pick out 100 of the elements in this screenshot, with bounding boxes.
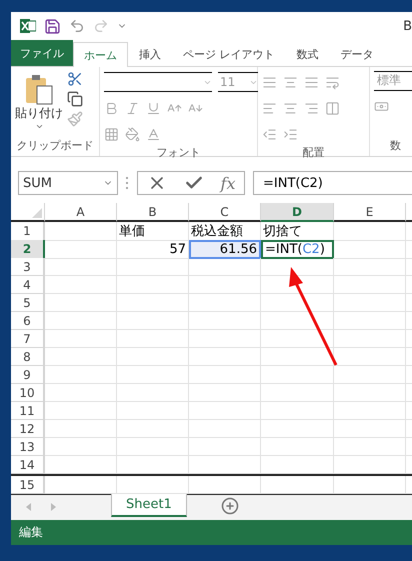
table-cell: [189, 294, 261, 312]
table-cell: [117, 366, 189, 384]
align-right-icon[interactable]: [304, 100, 319, 116]
row-header[interactable]: 10: [11, 384, 45, 402]
table-cell: [45, 384, 117, 402]
save-icon[interactable]: [44, 18, 61, 34]
table-cell: [117, 258, 189, 276]
align-middle-icon[interactable]: [283, 74, 298, 90]
increase-indent-icon[interactable]: [283, 126, 298, 142]
table-cell: [45, 420, 117, 438]
row-header[interactable]: 8: [11, 348, 45, 366]
table-cell: [45, 402, 117, 420]
table-cell: [45, 438, 117, 456]
align-left-icon[interactable]: [262, 100, 277, 116]
group-label: フォント: [156, 145, 200, 160]
table-cell: [117, 276, 189, 294]
merge-icon[interactable]: [325, 100, 340, 116]
table-cell: [45, 348, 117, 366]
window-title: B: [403, 18, 412, 34]
ribbon-tab[interactable]: ファイル: [11, 40, 73, 66]
spreadsheet-app-icon: [20, 18, 36, 34]
italic-icon[interactable]: [125, 100, 140, 116]
font-color-icon[interactable]: [146, 126, 161, 142]
row-header[interactable]: 4: [11, 276, 45, 294]
caret-icon[interactable]: [34, 122, 44, 131]
table-cell: [117, 312, 189, 330]
table-cell: [45, 312, 117, 330]
table-cell: [117, 294, 189, 312]
table-cell: [45, 222, 117, 241]
sheet-tab[interactable]: Sheet1: [111, 493, 187, 517]
wrap-text-icon[interactable]: [325, 74, 340, 90]
table-cell: [117, 456, 189, 474]
table-cell: [45, 330, 117, 348]
group-label: クリップボード: [16, 138, 94, 154]
table-cell: [117, 384, 189, 402]
table-cell: [189, 384, 261, 402]
row-header[interactable]: 2: [11, 240, 45, 259]
column-header[interactable]: D: [261, 203, 334, 222]
column-header[interactable]: C: [189, 203, 261, 222]
font-name-field[interactable]: [104, 72, 212, 92]
table-cell: [189, 402, 261, 420]
select-all-icon[interactable]: [32, 208, 42, 218]
underline-icon[interactable]: [146, 100, 161, 116]
table-cell: [45, 294, 117, 312]
group-label: 配置: [302, 145, 324, 160]
add-sheet-icon[interactable]: [220, 497, 239, 515]
table-cell: 単価: [117, 222, 189, 241]
table-cell: [117, 402, 189, 420]
formula-field[interactable]: =INT(C2): [253, 171, 412, 195]
cut-icon[interactable]: [67, 71, 83, 87]
drag-handle-icon[interactable]: [126, 177, 129, 189]
table-cell: [189, 258, 261, 276]
group-label: 数: [389, 138, 401, 154]
row-header[interactable]: 7: [11, 330, 45, 348]
table-cell: [45, 258, 117, 276]
table-cell: [189, 348, 261, 366]
undo-icon[interactable]: [69, 18, 85, 34]
align-center-icon[interactable]: [283, 100, 298, 116]
table-cell: [117, 420, 189, 438]
insert-function-button[interactable]: fx: [220, 174, 236, 192]
column-header[interactable]: B: [117, 203, 189, 222]
table-cell: [117, 348, 189, 366]
table-cell: [117, 438, 189, 456]
table-cell: [45, 456, 117, 474]
status-mode: 編集: [19, 524, 43, 541]
row-header[interactable]: 12: [11, 420, 45, 438]
table-cell: [189, 420, 261, 438]
table-cell: [45, 276, 117, 294]
row-header[interactable]: 11: [11, 402, 45, 420]
table-cell: [189, 330, 261, 348]
decrease-indent-icon[interactable]: [262, 126, 277, 142]
copy-icon[interactable]: [67, 91, 83, 107]
table-cell: [45, 366, 117, 384]
formula-cell: =INT(C2): [261, 240, 334, 259]
table-cell: [189, 276, 261, 294]
table-cell: [117, 330, 189, 348]
row-header[interactable]: 14: [11, 456, 45, 474]
table-cell: [189, 312, 261, 330]
table-cell: [189, 456, 261, 474]
column-header[interactable]: A: [45, 203, 117, 222]
borders-icon[interactable]: [104, 126, 119, 142]
clipboard-icon: [24, 73, 54, 105]
table-cell: [189, 366, 261, 384]
row-header[interactable]: 6: [11, 312, 45, 330]
align-top-icon[interactable]: [262, 74, 277, 90]
row-header[interactable]: 15: [11, 476, 45, 494]
table-cell: 61.56: [189, 240, 261, 259]
redo-icon[interactable]: [93, 18, 109, 34]
row-header[interactable]: 3: [11, 258, 45, 276]
name-box[interactable]: SUM: [18, 171, 118, 195]
paste-button[interactable]: 貼り付け: [15, 71, 63, 138]
table-cell: [45, 240, 117, 259]
row-header[interactable]: 5: [11, 294, 45, 312]
row-header[interactable]: 13: [11, 438, 45, 456]
align-bottom-icon[interactable]: [304, 74, 319, 90]
column-header[interactable]: E: [334, 203, 406, 222]
ribbon-tab[interactable]: ホーム: [73, 42, 128, 67]
fill-color-icon[interactable]: [125, 126, 140, 142]
table-cell: [189, 438, 261, 456]
row-header[interactable]: 9: [11, 366, 45, 384]
